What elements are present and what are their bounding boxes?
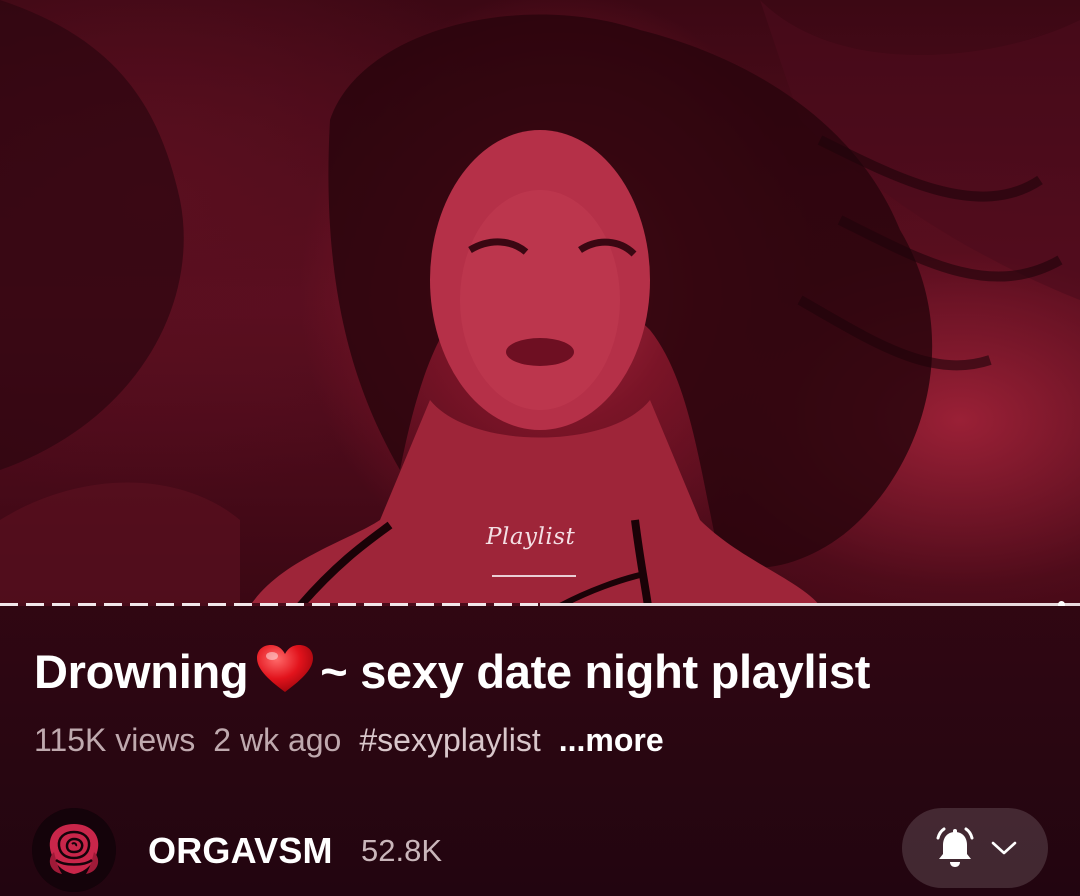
progress-bar[interactable] (0, 601, 1080, 606)
more-button[interactable]: ...more (559, 722, 664, 758)
heart-icon (256, 644, 314, 705)
view-count: 115K views (34, 722, 196, 758)
video-meta[interactable]: 115K views 2 wk ago #sexyplaylist ...more (34, 722, 664, 762)
hashtag-link[interactable]: #sexyplaylist (359, 722, 540, 758)
rose-icon (32, 808, 116, 892)
title-text-start: Drowning (34, 645, 249, 698)
upload-age: 2 wk ago (213, 722, 342, 758)
scrubber-handle[interactable] (1058, 601, 1065, 606)
notification-bell-button[interactable] (902, 808, 1048, 888)
playlist-caption: Playlist (486, 524, 576, 550)
bell-ring-icon (936, 827, 974, 867)
video-player[interactable]: Playlist (0, 0, 1080, 606)
watch-page: Playlist Drowning ~ sexy date night playl… (0, 0, 1080, 896)
caption-underline (492, 575, 576, 577)
video-thumbnail (0, 0, 1080, 606)
chevron-down-icon (991, 841, 1017, 855)
chapter-segments (0, 603, 540, 606)
video-title[interactable]: Drowning ~ sexy date night playlist (34, 644, 1054, 705)
title-text-end: ~ sexy date night playlist (320, 645, 871, 698)
subscriber-count: 52.8K (361, 833, 443, 868)
channel-avatar[interactable] (32, 808, 116, 892)
channel-name[interactable]: ORGAVSM (148, 830, 333, 872)
